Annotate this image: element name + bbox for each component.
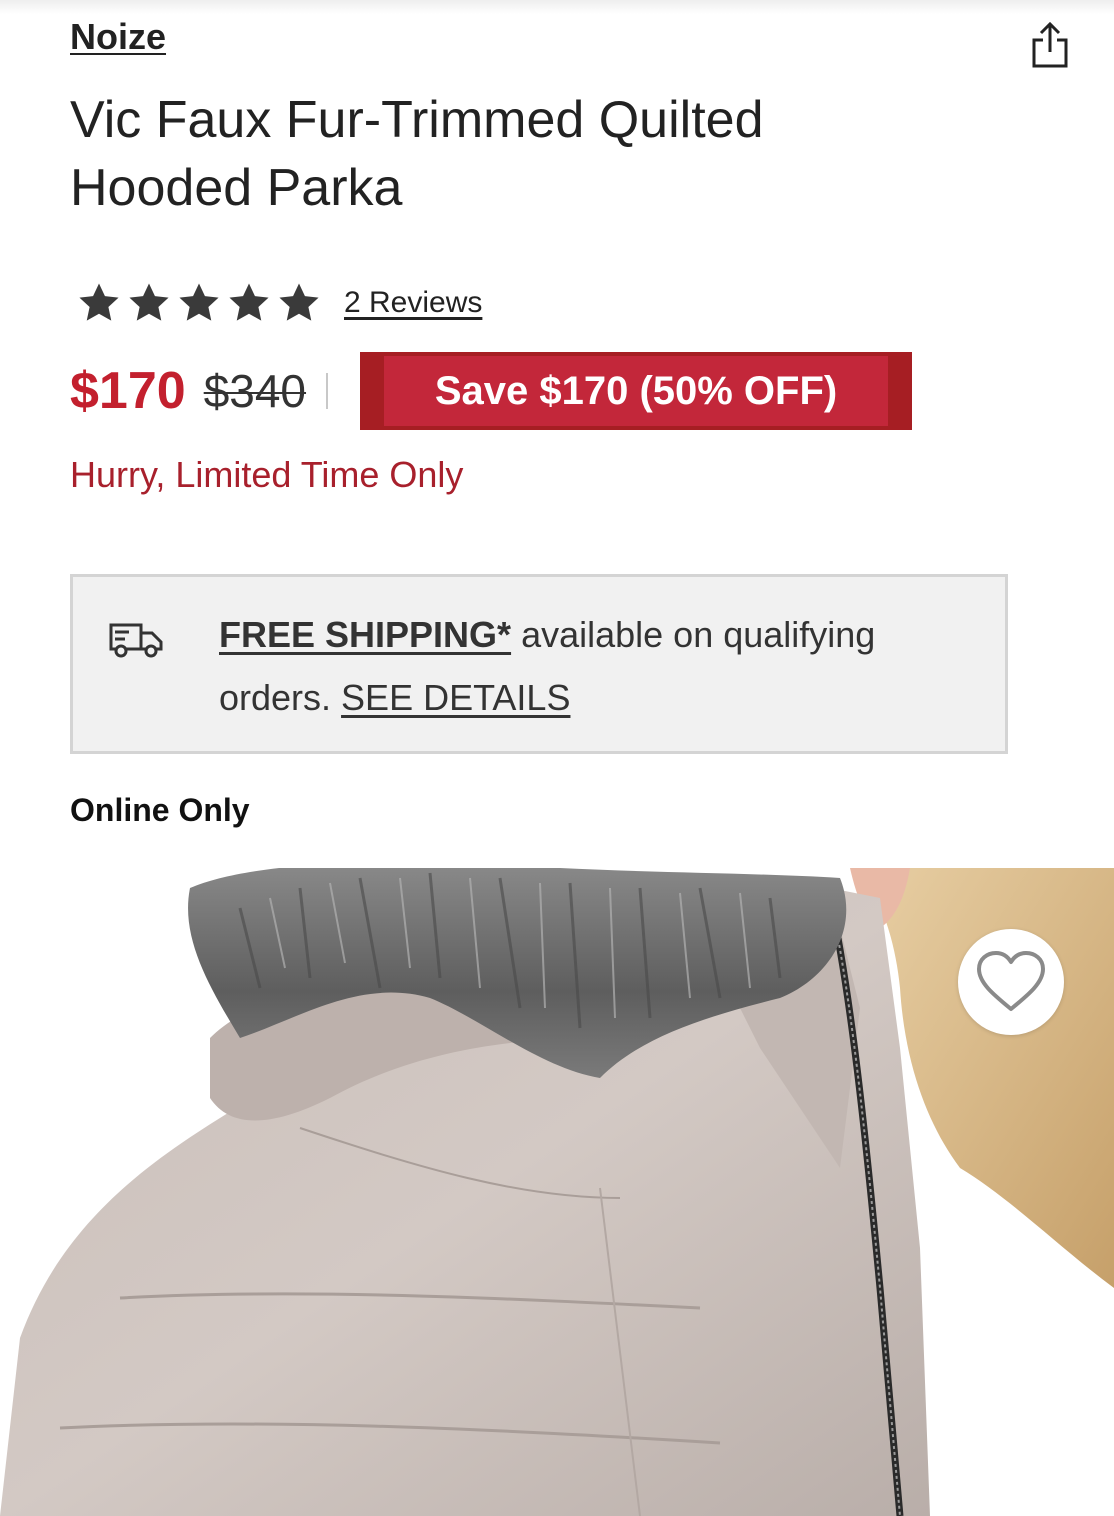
favorite-button[interactable] [958, 929, 1064, 1035]
brand-link[interactable]: Noize [70, 16, 166, 58]
star-icon [279, 283, 319, 321]
sale-price: $170 [70, 362, 186, 420]
product-image[interactable] [0, 868, 1114, 1516]
product-title: Vic Faux Fur-Trimmed Quilted Hooded Park… [70, 91, 764, 217]
price-divider [326, 373, 329, 409]
star-icon [129, 283, 169, 321]
star-rating [76, 280, 322, 326]
free-shipping-link[interactable]: FREE SHIPPING* [219, 614, 511, 655]
share-button[interactable] [1028, 20, 1072, 72]
original-price: $340 [203, 365, 307, 417]
top-shadow [0, 0, 1114, 14]
urgency-message: Hurry, Limited Time Only [70, 454, 464, 495]
rating-row: 2 Reviews [76, 278, 482, 328]
star-icon [229, 283, 269, 321]
price-row: $170 $340 Save $170 (50% OFF) [70, 352, 913, 430]
savings-badge-label: Save $170 (50% OFF) [384, 356, 889, 426]
truck-icon [109, 623, 163, 658]
availability-label: Online Only [70, 792, 250, 828]
shipping-banner: FREE SHIPPING* available on qualifying o… [70, 574, 1008, 754]
star-icon [179, 283, 219, 321]
star-icon [79, 283, 119, 321]
savings-badge: Save $170 (50% OFF) [360, 352, 913, 430]
share-icon [1032, 21, 1068, 68]
see-details-link[interactable]: SEE DETAILS [341, 677, 570, 718]
reviews-link[interactable]: 2 Reviews [344, 286, 482, 320]
shipping-text: FREE SHIPPING* available on qualifying o… [219, 603, 989, 729]
heart-icon [977, 951, 1045, 1011]
